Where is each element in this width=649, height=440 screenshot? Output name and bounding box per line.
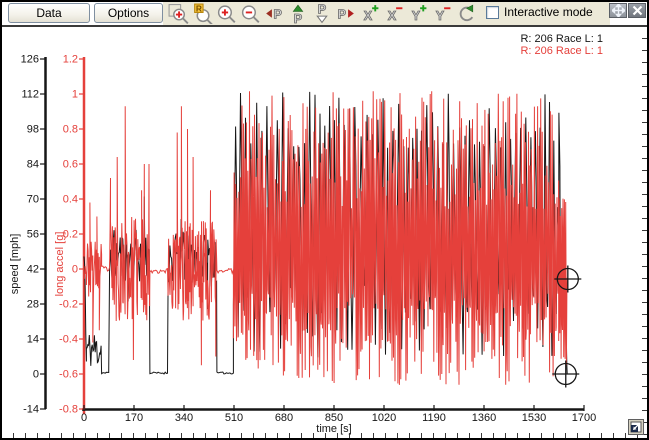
interactive-mode-label: Interactive mode — [504, 5, 593, 19]
accel-tick-label: 0.8 — [63, 124, 78, 136]
interactive-mode-checkbox[interactable] — [486, 6, 499, 19]
speed-tick-label: 112 — [21, 89, 39, 101]
right-ruler — [642, 27, 647, 438]
pan-down-icon[interactable]: P — [311, 3, 333, 24]
svg-text:X: X — [364, 9, 373, 23]
toolbar-icons: RPPPPXXYY — [167, 3, 477, 24]
long-accel-trace — [84, 91, 567, 385]
time-tick-label: 1020 — [372, 412, 396, 424]
time-tick-label: 0 — [81, 412, 87, 424]
accel-tick-label: 0 — [72, 264, 78, 276]
time-tick-label: 340 — [175, 412, 193, 424]
move-icon — [612, 4, 625, 17]
svg-text:X: X — [388, 9, 397, 23]
speed-tick-label: 14 — [27, 334, 39, 346]
speed-tick-label: 42 — [27, 264, 39, 276]
speed-tick-label: 56 — [27, 229, 39, 241]
speed-tick-label: 126 — [21, 54, 39, 66]
accel-tick-label: 0.4 — [63, 194, 78, 206]
svg-text:R: R — [196, 3, 202, 13]
accel-tick-label: -0.6 — [59, 369, 78, 381]
speed-tick-label: 84 — [27, 159, 39, 171]
cursor-marker[interactable] — [554, 266, 581, 293]
time-tick-label: 850 — [325, 412, 343, 424]
toolbar: Data Options RPPPPXXYY Interactive mode — [2, 2, 647, 25]
zoom-window-icon[interactable] — [167, 3, 189, 24]
pan-right-icon[interactable]: P — [335, 3, 357, 24]
time-tick-label: 1360 — [472, 412, 496, 424]
svg-text:P: P — [338, 8, 346, 22]
window-controls — [608, 3, 646, 18]
svg-text:P: P — [318, 3, 326, 17]
bottom-ruler — [2, 433, 647, 438]
accel-tick-label: -0.4 — [59, 334, 78, 346]
speed-tick-label: 0 — [33, 369, 39, 381]
speed-trace — [84, 92, 567, 374]
accel-axis-title: long accel [g] — [54, 232, 66, 297]
resize-grip-button[interactable] — [628, 419, 644, 435]
time-tick-label: 1700 — [572, 412, 596, 424]
time-tick-label: 510 — [225, 412, 243, 424]
zoom-reset-icon[interactable]: R — [191, 3, 213, 24]
speed-tick-label: 28 — [27, 299, 39, 311]
y-expand-icon[interactable]: Y — [407, 3, 429, 24]
legend-entry: R: 206 Race L: 1 — [520, 33, 603, 45]
resize-icon — [630, 421, 642, 433]
accel-tick-label: 1.2 — [63, 54, 78, 66]
time-tick-label: 1190 — [422, 412, 446, 424]
options-button[interactable]: Options — [94, 3, 163, 23]
interactive-mode-control: Interactive mode — [486, 5, 593, 19]
svg-text:Y: Y — [412, 9, 421, 23]
zoom-in-icon[interactable] — [215, 3, 237, 24]
accel-tick-label: 0.6 — [63, 159, 78, 171]
time-tick-label: 1530 — [522, 412, 546, 424]
undo-zoom-icon[interactable] — [455, 3, 477, 24]
speed-tick-label: -14 — [23, 404, 39, 416]
svg-text:P: P — [294, 12, 302, 24]
pan-left-icon[interactable]: P — [263, 3, 285, 24]
time-tick-label: 680 — [275, 412, 293, 424]
speed-tick-label: 98 — [27, 124, 39, 136]
y-shrink-icon[interactable]: Y — [431, 3, 453, 24]
telemetry-chart: 126 112 98 84 70 56 42 28 14 0 -14 1.2 1 0.8 0.6 0.4 0.2… — [2, 2, 649, 440]
close-window-button[interactable] — [628, 3, 646, 18]
accel-tick-label: 0.2 — [63, 229, 78, 241]
x-expand-icon[interactable]: X — [359, 3, 381, 24]
pan-up-icon[interactable]: P — [287, 3, 309, 24]
svg-text:P: P — [273, 8, 281, 22]
toolbar-separator — [2, 25, 647, 27]
speed-tick-label: 70 — [27, 194, 39, 206]
chart-window: Data Options RPPPPXXYY Interactive mode — [0, 0, 649, 440]
legend-entry: R: 206 Race L: 1 — [520, 45, 603, 57]
move-window-button[interactable] — [609, 3, 627, 18]
cursor-marker[interactable] — [552, 361, 579, 388]
data-button[interactable]: Data — [8, 3, 90, 23]
close-icon — [632, 5, 643, 16]
zoom-out-icon[interactable] — [239, 3, 261, 24]
accel-tick-label: 1 — [72, 89, 78, 101]
accel-tick-label: -0.2 — [59, 299, 78, 311]
speed-axis-title: speed [mph] — [9, 234, 21, 295]
x-shrink-icon[interactable]: X — [383, 3, 405, 24]
accel-tick-label: -0.8 — [59, 404, 78, 416]
svg-text:Y: Y — [436, 9, 445, 23]
time-tick-label: 170 — [125, 412, 143, 424]
